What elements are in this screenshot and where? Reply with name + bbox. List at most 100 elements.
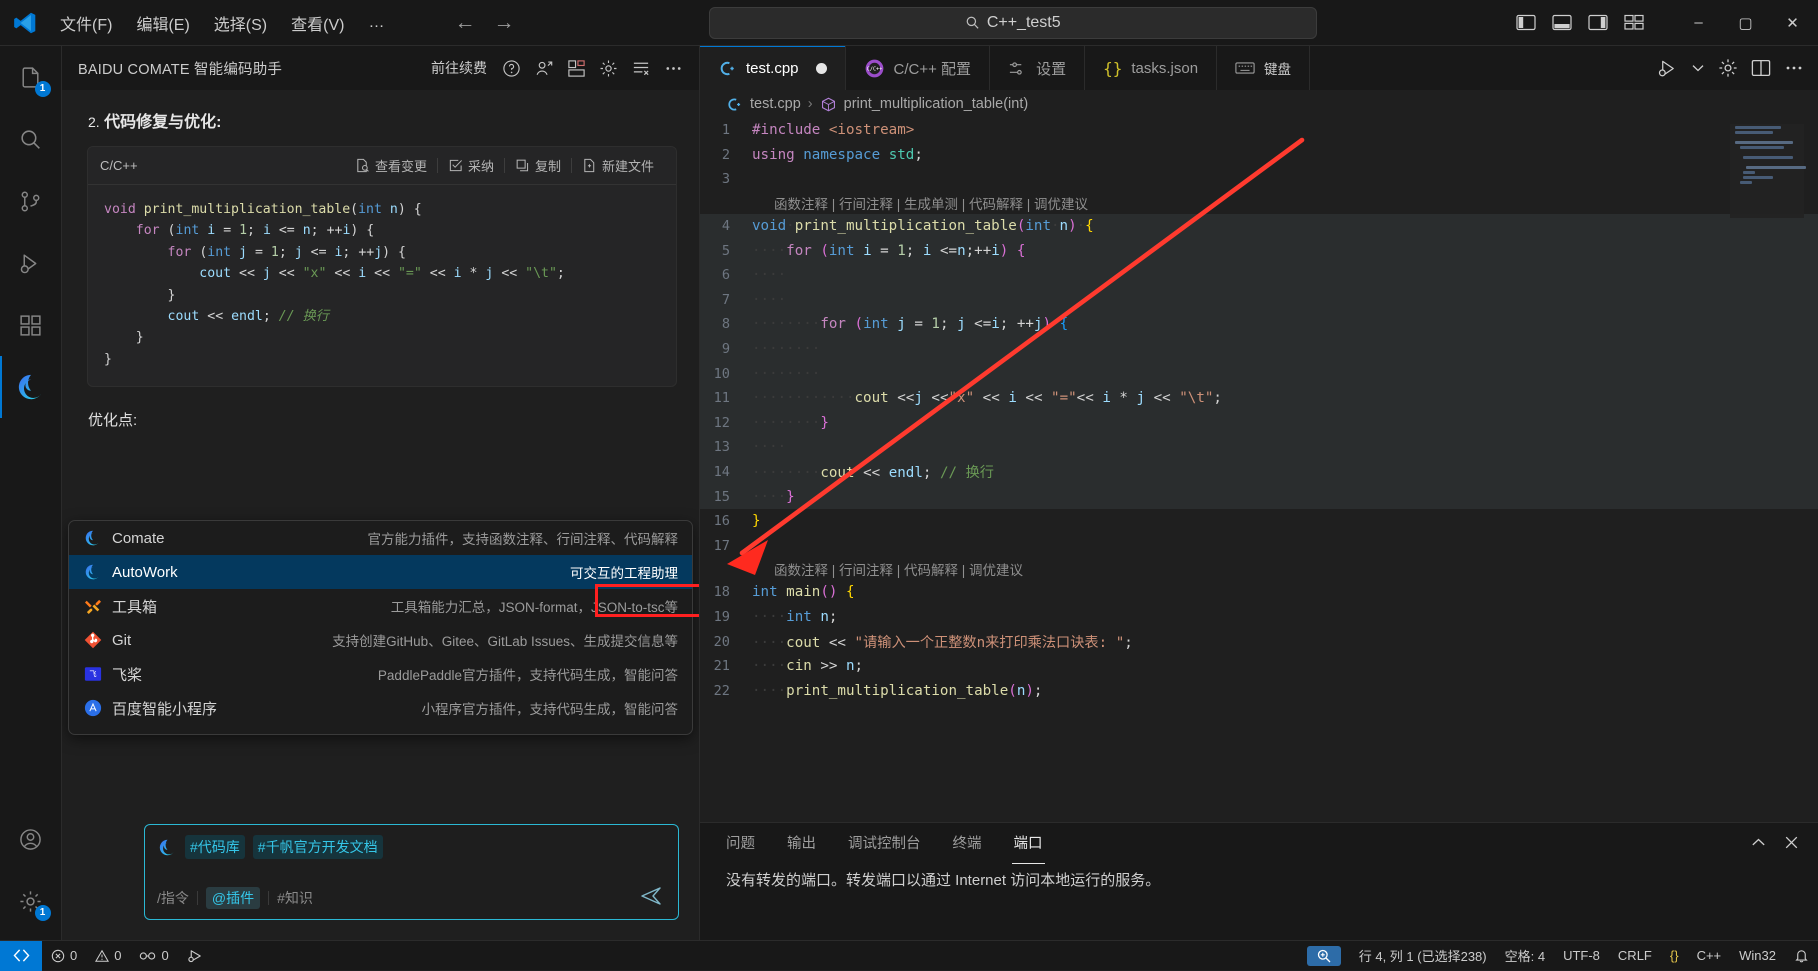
panel-content-text: 没有转发的端口。转发端口以通过 Internet 访问本地运行的服务。 bbox=[726, 872, 1161, 889]
share-person-icon[interactable] bbox=[534, 59, 554, 78]
renew-link[interactable]: 前往续费 bbox=[431, 58, 487, 78]
panel-tab-problems[interactable]: 问题 bbox=[724, 826, 757, 859]
sidebar-item-explorer[interactable]: 1 bbox=[0, 46, 62, 108]
menu-edit[interactable]: 编辑(E) bbox=[126, 7, 199, 39]
help-circle-icon[interactable] bbox=[502, 59, 521, 78]
send-icon[interactable] bbox=[640, 885, 662, 907]
tab-cpp-config[interactable]: C/C++ C/C++ 配置 bbox=[846, 46, 991, 90]
copy-button[interactable]: 复制 bbox=[505, 156, 571, 175]
code-line: 16} bbox=[700, 509, 1818, 534]
code-line: 14 ········cout << endl; // 换行 bbox=[700, 459, 1818, 485]
status-ports[interactable]: 0 bbox=[130, 941, 177, 971]
panel-tab-output[interactable]: 输出 bbox=[785, 826, 818, 859]
baidu-miniprogram-icon bbox=[83, 698, 103, 718]
menu-selection[interactable]: 选择(S) bbox=[204, 7, 277, 39]
tab-settings[interactable]: 设置 bbox=[990, 46, 1086, 90]
gear-icon[interactable] bbox=[1718, 58, 1738, 78]
sidebar-item-search[interactable] bbox=[0, 108, 62, 170]
status-indentation[interactable]: 空格: 4 bbox=[1496, 941, 1554, 971]
status-screencast[interactable] bbox=[1298, 941, 1350, 971]
status-bell[interactable] bbox=[1785, 941, 1818, 971]
breadcrumb-file[interactable]: test.cpp bbox=[750, 96, 801, 112]
sidebar-item-settings[interactable]: 1 bbox=[0, 870, 62, 932]
panel-tab-terminal[interactable]: 终端 bbox=[951, 826, 984, 859]
window-close-button[interactable]: ✕ bbox=[1769, 0, 1816, 46]
breadcrumb-symbol[interactable]: print_multiplication_table(int) bbox=[844, 96, 1029, 112]
view-changes-button[interactable]: 查看变更 bbox=[345, 156, 437, 175]
quick-search-input[interactable]: C++_test5 bbox=[708, 6, 1317, 39]
layout-grid-icon[interactable] bbox=[567, 59, 586, 78]
code-line: 12 ········} bbox=[700, 410, 1818, 436]
json-braces-icon: {} bbox=[1103, 58, 1123, 78]
menu-view[interactable]: 查看(V) bbox=[281, 7, 354, 39]
panel-tab-debug-console[interactable]: 调试控制台 bbox=[846, 826, 923, 859]
status-format[interactable]: {} bbox=[1661, 941, 1688, 971]
plugin-item-baidu-miniprogram[interactable]: 百度智能小程序 小程序官方插件，支持代码生成，智能问答 bbox=[69, 691, 692, 725]
minimap[interactable] bbox=[1730, 124, 1806, 218]
remote-window-icon[interactable] bbox=[0, 940, 42, 971]
status-run-task[interactable] bbox=[178, 941, 213, 971]
accept-button[interactable]: 采纳 bbox=[438, 156, 504, 175]
sidebar-item-accounts[interactable] bbox=[0, 808, 62, 870]
chat-input-box[interactable]: #代码库 #千帆官方开发文档 /指令 @插件 #知识 bbox=[144, 824, 679, 920]
tab-test-cpp[interactable]: test.cpp bbox=[700, 46, 846, 90]
status-encoding[interactable]: UTF-8 bbox=[1554, 941, 1609, 971]
status-cursor-position[interactable]: 行 4, 列 1 (已选择238) bbox=[1350, 941, 1496, 971]
gear-icon[interactable] bbox=[599, 59, 618, 78]
toggle-panel-icon[interactable] bbox=[1547, 10, 1577, 36]
window-minimize-button[interactable]: – bbox=[1675, 0, 1722, 46]
status-platform[interactable]: Win32 bbox=[1730, 941, 1785, 971]
arrow-left-icon[interactable]: ← bbox=[454, 11, 475, 35]
settings-sliders-icon bbox=[1009, 61, 1022, 75]
divider bbox=[196, 891, 198, 905]
optimize-points-label: 优化点: bbox=[88, 412, 138, 429]
menu-file[interactable]: 文件(F) bbox=[50, 7, 122, 39]
toggle-secondary-sidebar-icon[interactable] bbox=[1583, 10, 1613, 36]
sidebar-item-source-control[interactable] bbox=[0, 170, 62, 232]
hint-knowledge[interactable]: #知识 bbox=[277, 888, 313, 908]
tab-tasks-json[interactable]: {} tasks.json bbox=[1085, 46, 1218, 90]
status-eol[interactable]: CRLF bbox=[1609, 941, 1661, 971]
tab-keyboard[interactable]: 键盘 bbox=[1217, 46, 1311, 90]
hint-plugin[interactable]: @插件 bbox=[205, 887, 261, 909]
status-language-mode[interactable]: C++ bbox=[1688, 941, 1731, 971]
split-editor-icon[interactable] bbox=[1751, 59, 1771, 77]
tab-dirty-indicator[interactable] bbox=[815, 62, 827, 74]
code-editor[interactable]: 1 #include <iostream> 2 using namespace st… bbox=[700, 118, 1818, 822]
code-line: 4 void·print_multiplication_table(int·n)·… bbox=[700, 213, 1818, 239]
menu-more[interactable]: … bbox=[358, 10, 394, 36]
sidebar-item-comate[interactable] bbox=[0, 356, 62, 418]
sidebar-item-run-debug[interactable] bbox=[0, 232, 62, 294]
panel-tab-ports[interactable]: 端口 bbox=[1011, 826, 1045, 864]
plugin-item-git[interactable]: Git 支持创建GitHub、Gitee、GitLab Issues、生成提交信… bbox=[69, 623, 692, 657]
code-line: 19 ····int n; bbox=[700, 605, 1818, 630]
line-number: 20 bbox=[713, 633, 730, 650]
hint-command[interactable]: /指令 bbox=[157, 888, 189, 908]
plugin-item-comate[interactable]: Comate 官方能力插件，支持函数注释、行间注释、代码解释 bbox=[69, 521, 692, 555]
plugin-item-toolbox[interactable]: 工具箱 工具箱能力汇总，JSON-format，JSON-to-tsc等 bbox=[69, 589, 692, 623]
chat-tag-qianfan-docs[interactable]: #千帆官方开发文档 bbox=[252, 835, 383, 859]
chat-tag-codebase[interactable]: #代码库 bbox=[185, 835, 245, 859]
more-ellipsis-icon[interactable] bbox=[1784, 58, 1804, 78]
toggle-primary-sidebar-icon[interactable] bbox=[1511, 10, 1541, 36]
tab-label: 键盘 bbox=[1264, 62, 1292, 77]
customize-layout-icon[interactable] bbox=[1619, 10, 1649, 36]
close-icon[interactable] bbox=[1783, 834, 1800, 851]
chevron-down-icon[interactable] bbox=[1691, 61, 1705, 75]
new-file-button[interactable]: 新建文件 bbox=[572, 156, 664, 175]
codelens-actions-1[interactable]: 函数注释 | 行间注释 | 生成单测 | 代码解释 | 调优建议 bbox=[700, 192, 1818, 214]
history-list-icon[interactable] bbox=[631, 59, 651, 78]
comate-icon bbox=[83, 562, 103, 582]
codelens-actions-2[interactable]: 函数注释 | 行间注释 | 代码解释 | 调优建议 bbox=[700, 558, 1818, 580]
plugin-item-paddle[interactable]: 飞 飞桨 PaddlePaddle官方插件，支持代码生成，智能问答 bbox=[69, 657, 692, 691]
more-ellipsis-icon[interactable] bbox=[664, 59, 683, 78]
status-warnings[interactable]: 0 bbox=[86, 941, 130, 971]
chevron-up-icon[interactable] bbox=[1750, 834, 1767, 851]
window-maximize-button[interactable]: ▢ bbox=[1722, 0, 1769, 46]
sidebar-item-extensions[interactable] bbox=[0, 294, 62, 356]
status-errors[interactable]: 0 bbox=[42, 941, 86, 971]
plugin-item-autowork[interactable]: AutoWork 可交互的工程助理 bbox=[69, 555, 692, 589]
run-debug-icon[interactable] bbox=[1657, 58, 1678, 79]
editor-tab-bar: test.cpp C/C++ C/C++ 配置 设置 {} tasks.json… bbox=[700, 46, 1818, 90]
arrow-right-icon[interactable]: → bbox=[493, 11, 514, 35]
